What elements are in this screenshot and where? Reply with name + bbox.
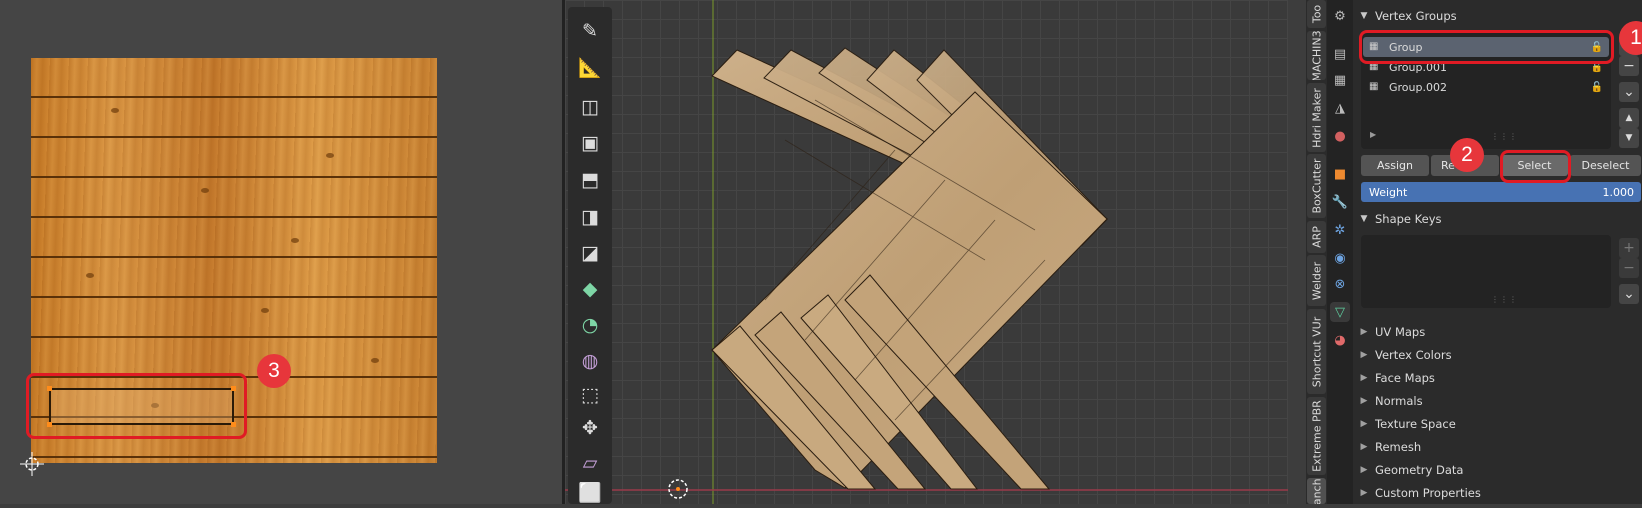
callout-badge-3: 3 (257, 354, 291, 388)
transform-box-icon[interactable]: ⬜ (572, 477, 608, 508)
modifier-wrench-icon[interactable]: 🔧 (1330, 192, 1350, 212)
uv-editor[interactable]: 3 (0, 0, 562, 504)
tab-plancher[interactable]: Plancher (1307, 478, 1326, 504)
shape-keys-header[interactable]: ▼ Shape Keys (1353, 207, 1642, 231)
callout-badge-2: 2 (1450, 138, 1484, 172)
move-up-button[interactable]: ▲ (1619, 108, 1639, 128)
constraints-icon[interactable]: ⊗ (1330, 274, 1350, 294)
extrude-icon[interactable]: ⬒ (572, 164, 608, 195)
shape-key-specials-button[interactable]: ⌄ (1619, 284, 1639, 304)
expand-arrow-icon: ▶ (1360, 487, 1368, 498)
callout-box-1 (1359, 30, 1614, 64)
tab-extreme-pbr[interactable]: Extreme PBR (1307, 397, 1326, 475)
measure-icon[interactable]: 📐 (572, 52, 608, 83)
panel-vertex-colors[interactable]: ▶ Vertex Colors (1353, 343, 1642, 366)
tab-boxcutter[interactable]: BoxCutter (1307, 154, 1326, 218)
expand-arrow-icon: ▶ (1360, 395, 1368, 406)
properties-editor: ▼ Vertex Groups ▦ Group 🔓 ▦ Group.001 🔓 … (1353, 0, 1642, 504)
properties-tabs: ⚙ ▤ ▦ ◮ ● ■ 🔧 ✲ ◉ ⊗ ▽ ◕ (1327, 0, 1353, 504)
annotate-icon[interactable]: ✎ (572, 15, 608, 46)
expand-arrow-icon: ▶ (1360, 326, 1368, 337)
tab-tool[interactable]: Too (1307, 0, 1326, 28)
scene-icon[interactable]: ◮ (1330, 98, 1350, 118)
collapse-arrow-icon: ▼ (1360, 11, 1368, 21)
render-icon[interactable]: ▤ (1330, 44, 1350, 64)
sidebar-tabs: Too MACHIN3 Hdri Maker BoxCutter ARP Wel… (1306, 0, 1327, 504)
expand-arrow-icon: ▶ (1360, 418, 1368, 429)
remove-vertex-group-button[interactable]: − (1619, 56, 1639, 76)
tab-arp[interactable]: ARP (1307, 221, 1326, 253)
mesh-data-icon[interactable]: ▽ (1330, 302, 1350, 322)
panel-geometry-data[interactable]: ▶ Geometry Data (1353, 458, 1642, 481)
material-icon[interactable]: ◕ (1330, 330, 1350, 350)
object-icon[interactable]: ■ (1330, 164, 1350, 184)
panel-remesh[interactable]: ▶ Remesh (1353, 435, 1642, 458)
smooth-icon[interactable]: ◍ (572, 345, 608, 376)
weight-slider[interactable]: Weight 1.000 (1361, 182, 1641, 202)
list-options-arrow-icon[interactable]: ▶ (1370, 130, 1376, 139)
deselect-button[interactable]: Deselect (1570, 155, 1641, 176)
weight-value: 1.000 (1602, 185, 1635, 199)
vertex-groups-header[interactable]: ▼ Vertex Groups (1353, 4, 1642, 28)
vertex-group-icon: ▦ (1369, 81, 1379, 92)
lock-icon[interactable]: 🔓 (1591, 82, 1603, 93)
panel-texture-space[interactable]: ▶ Texture Space (1353, 412, 1642, 435)
poly-build-icon[interactable]: ◆ (572, 273, 608, 304)
3d-viewport[interactable] (565, 0, 1288, 504)
tab-machin3[interactable]: MACHIN3 (1307, 31, 1326, 80)
shear-icon[interactable]: ▱ (572, 447, 608, 478)
output-icon[interactable]: ▦ (1330, 70, 1350, 90)
panel-custom-properties[interactable]: ▶ Custom Properties (1353, 481, 1642, 504)
panel-face-maps[interactable]: ▶ Face Maps (1353, 366, 1642, 389)
callout-box-3 (26, 373, 247, 439)
knife-icon[interactable]: ◪ (572, 237, 608, 268)
tab-welder[interactable]: Welder (1307, 255, 1326, 306)
tab-hdri-maker[interactable]: Hdri Maker (1307, 83, 1326, 152)
weight-label: Weight (1369, 185, 1408, 199)
inset-faces-icon[interactable]: ▣ (572, 127, 608, 158)
callout-box-2 (1500, 150, 1571, 183)
add-cube-icon[interactable]: ◫ (572, 91, 608, 122)
add-shape-key-button[interactable]: + (1619, 238, 1639, 258)
spin-icon[interactable]: ◔ (572, 309, 608, 340)
collapse-arrow-icon: ▼ (1360, 214, 1368, 224)
move-down-button[interactable]: ▼ (1619, 128, 1639, 148)
tool-shelf: ✎ 📐 ◫ ▣ ⬒ ◨ ◪ ◆ ◔ ◍ ⬚ ✥ ▱ ⬜ (568, 7, 612, 504)
expand-arrow-icon: ▶ (1360, 441, 1368, 452)
expand-arrow-icon: ▶ (1360, 372, 1368, 383)
list-resize-grip[interactable]: ⋮⋮⋮ (1491, 132, 1518, 141)
world-icon[interactable]: ● (1330, 126, 1350, 146)
vertex-group-specials-button[interactable]: ⌄ (1619, 82, 1639, 102)
loop-cut-icon[interactable]: ◨ (572, 201, 608, 232)
remove-shape-key-button[interactable]: − (1619, 258, 1639, 278)
herringbone-floor-mesh[interactable] (565, 0, 1288, 504)
move-icon[interactable]: ✥ (572, 412, 608, 443)
list-item-vertex-group[interactable]: ▦ Group.002 🔓 (1363, 77, 1609, 97)
expand-arrow-icon: ▶ (1360, 349, 1368, 360)
expand-arrow-icon: ▶ (1360, 464, 1368, 475)
list-resize-grip[interactable]: ⋮⋮⋮ (1491, 295, 1518, 304)
panel-normals[interactable]: ▶ Normals (1353, 389, 1642, 412)
2d-cursor-icon[interactable] (20, 452, 44, 476)
panel-uv-maps[interactable]: ▶ UV Maps (1353, 320, 1642, 343)
assign-button[interactable]: Assign (1361, 155, 1429, 176)
particles-icon[interactable]: ✲ (1330, 220, 1350, 240)
tool-settings-icon[interactable]: ⚙ (1330, 6, 1350, 26)
shape-key-list[interactable]: ⋮⋮⋮ (1361, 235, 1611, 308)
tab-shortcut-vur[interactable]: Shortcut VUr (1307, 309, 1326, 394)
physics-icon[interactable]: ◉ (1330, 248, 1350, 268)
shrink-fatten-icon[interactable]: ⬚ (572, 379, 608, 410)
